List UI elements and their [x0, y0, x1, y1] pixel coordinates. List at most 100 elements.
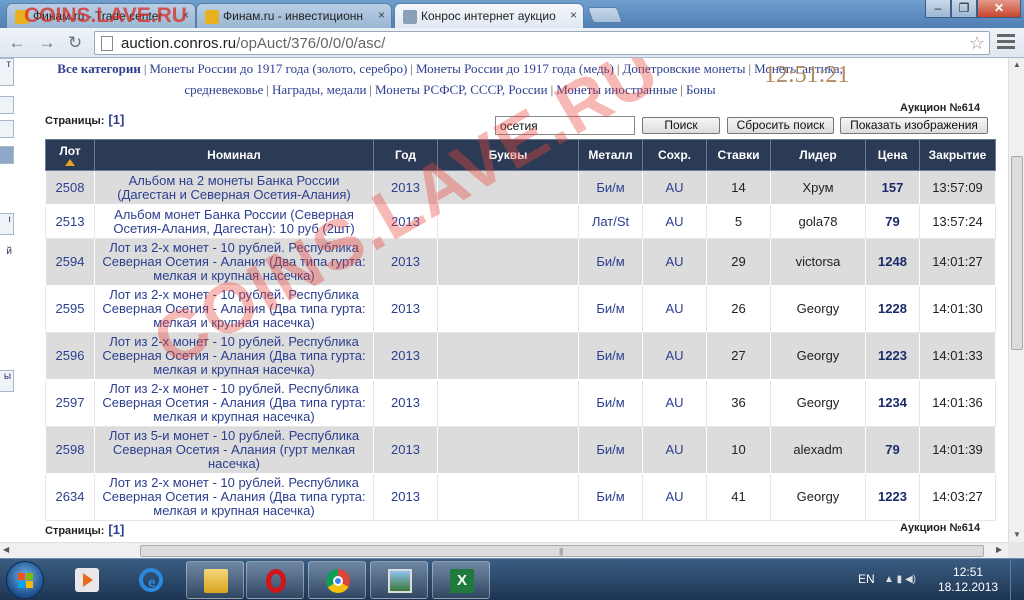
side-field[interactable] [0, 120, 14, 138]
horizontal-scrollbar[interactable]: ◀ ||| ▶ [0, 542, 1008, 558]
cell-lot[interactable]: 2513 [45, 204, 95, 239]
col-metal[interactable]: Металл [578, 139, 643, 171]
search-button[interactable]: Поиск [642, 117, 720, 134]
category-medieval[interactable]: средневековье [184, 82, 263, 97]
taskbar-excel[interactable]: X [432, 561, 490, 599]
cell-name[interactable]: Лот из 2-х монет - 10 рублей. Республика… [94, 473, 374, 521]
cell-name[interactable]: Альбом монет Банка России (Северная Осет… [94, 204, 374, 239]
cell-year: 2013 [373, 170, 438, 205]
col-close[interactable]: Закрытие [919, 139, 996, 171]
minimize-button[interactable]: – [925, 0, 951, 18]
clock-time: 12:51 [953, 565, 984, 579]
cell-name[interactable]: Альбом на 2 монеты Банка России (Дагеста… [94, 170, 374, 205]
horizontal-scroll-thumb[interactable]: ||| [140, 545, 984, 557]
taskbar-photo-viewer[interactable] [370, 561, 428, 599]
address-bar[interactable]: auction.conros.ru/opAuct/376/0/0/0/asc/ … [94, 31, 990, 55]
cell-lot[interactable]: 2596 [45, 332, 95, 380]
close-window-button[interactable]: ✕ [977, 0, 1021, 18]
back-arrow-icon[interactable]: ← [6, 32, 28, 54]
col-grade[interactable]: Сохр. [642, 139, 707, 171]
category-pre-petrine[interactable]: Допетровские монеты [623, 61, 746, 76]
scroll-left-icon[interactable]: ◀ [3, 545, 9, 554]
cell-lot[interactable]: 2597 [45, 379, 95, 427]
cell-name[interactable]: Лот из 2-х монет - 10 рублей. Республика… [94, 285, 374, 333]
page-link-1[interactable]: [1] [108, 522, 124, 537]
cell-bids: 14 [706, 170, 771, 205]
col-name[interactable]: Номинал [94, 139, 374, 171]
col-year[interactable]: Год [373, 139, 438, 171]
cell-lot[interactable]: 2595 [45, 285, 95, 333]
col-lot-label: Лот [59, 144, 81, 158]
side-button[interactable] [0, 146, 14, 164]
category-russia-pre1917-gold[interactable]: Монеты России до 1917 года (золото, сере… [149, 61, 407, 76]
col-lot[interactable]: Лот [45, 139, 95, 171]
table-row: 2594 Лот из 2-х монет - 10 рублей. Респуб… [45, 238, 996, 286]
cell-grade: AU [642, 204, 707, 239]
vertical-scroll-thumb[interactable] [1011, 156, 1023, 350]
bookmark-star-icon[interactable]: ☆ [969, 33, 985, 54]
side-tab[interactable]: ı [0, 213, 14, 235]
cell-price: 79 [865, 426, 920, 474]
address-url[interactable]: auction.conros.ru/opAuct/376/0/0/0/asc/ [121, 35, 385, 52]
scroll-right-icon[interactable]: ▶ [996, 545, 1002, 554]
cell-bids: 5 [706, 204, 771, 239]
reset-search-button[interactable]: Сбросить поиск [727, 117, 834, 134]
cell-bids: 41 [706, 473, 771, 521]
taskbar-opera[interactable] [246, 561, 304, 599]
start-button[interactable] [6, 561, 44, 599]
tab-finam-trade[interactable]: Финам.ru - Trade center × [6, 3, 196, 28]
show-desktop-button[interactable] [1010, 559, 1024, 600]
vertical-scrollbar[interactable]: ▲ ▼ [1008, 58, 1024, 542]
side-field[interactable] [0, 96, 14, 114]
taskbar-explorer[interactable] [186, 561, 244, 599]
search-input[interactable] [495, 116, 635, 135]
tab-conros-auction[interactable]: Конрос интернет аукцио × [394, 3, 584, 28]
reload-icon[interactable]: ↻ [64, 32, 86, 54]
category-all[interactable]: Все категории [57, 61, 141, 76]
tray-icons[interactable]: ▲ ▮ ◀) [884, 574, 924, 588]
system-clock[interactable]: 12:51 18.12.2013 [938, 565, 998, 595]
scroll-up-icon[interactable]: ▲ [1013, 60, 1021, 69]
col-bids[interactable]: Ставки [706, 139, 771, 171]
side-tab[interactable]: ы [0, 370, 14, 392]
maximize-button[interactable]: ❐ [951, 0, 977, 18]
cell-year: 2013 [373, 238, 438, 286]
new-tab-button[interactable] [587, 7, 623, 23]
taskbar-chrome[interactable] [308, 561, 366, 599]
side-tab[interactable]: т [0, 58, 14, 86]
category-banknotes[interactable]: Боны [686, 82, 716, 97]
table-row: 2508 Альбом на 2 монеты Банка России (Даг… [45, 170, 996, 205]
category-russia-pre1917-copper[interactable]: Монеты России до 1917 года (медь) [416, 61, 614, 76]
category-foreign[interactable]: Монеты иностранные [556, 82, 677, 97]
category-awards-medals[interactable]: Награды, медали [272, 82, 366, 97]
page-link-1[interactable]: [1] [108, 112, 124, 127]
cell-lot[interactable]: 2598 [45, 426, 95, 474]
scroll-down-icon[interactable]: ▼ [1013, 530, 1021, 539]
chrome-menu-icon[interactable] [997, 34, 1015, 52]
close-tab-icon[interactable]: × [570, 8, 577, 22]
cell-close: 14:01:27 [919, 238, 996, 286]
cell-grade: AU [642, 379, 707, 427]
tab-title: Финам.ru - инвестиционн [223, 9, 363, 23]
category-rsfsr-ussr-russia[interactable]: Монеты РСФСР, СССР, России [375, 82, 548, 97]
taskbar-internet-explorer[interactable]: e [122, 561, 180, 599]
taskbar-media-player[interactable] [58, 561, 116, 599]
col-leader[interactable]: Лидер [770, 139, 866, 171]
tab-finam-invest[interactable]: Финам.ru - инвестиционн × [196, 3, 392, 28]
cell-lot[interactable]: 2508 [45, 170, 95, 205]
cell-name[interactable]: Лот из 2-х монет - 10 рублей. Республика… [94, 238, 374, 286]
cell-name[interactable]: Лот из 2-х монет - 10 рублей. Республика… [94, 379, 374, 427]
forward-arrow-icon[interactable]: → [36, 32, 58, 54]
show-images-button[interactable]: Показать изображения [840, 117, 988, 134]
language-indicator[interactable]: EN [858, 572, 875, 586]
cell-name[interactable]: Лот из 2-х монет - 10 рублей. Республика… [94, 332, 374, 380]
windows-logo-icon [18, 573, 34, 589]
cell-name[interactable]: Лот из 5-и монет - 10 рублей. Республика… [94, 426, 374, 474]
col-letters[interactable]: Буквы [437, 139, 579, 171]
cell-lot[interactable]: 2594 [45, 238, 95, 286]
close-tab-icon[interactable]: × [182, 8, 189, 22]
close-tab-icon[interactable]: × [378, 8, 385, 22]
col-price[interactable]: Цена [865, 139, 920, 171]
cell-lot[interactable]: 2634 [45, 473, 95, 521]
pages-label: Страницы: [45, 525, 105, 537]
